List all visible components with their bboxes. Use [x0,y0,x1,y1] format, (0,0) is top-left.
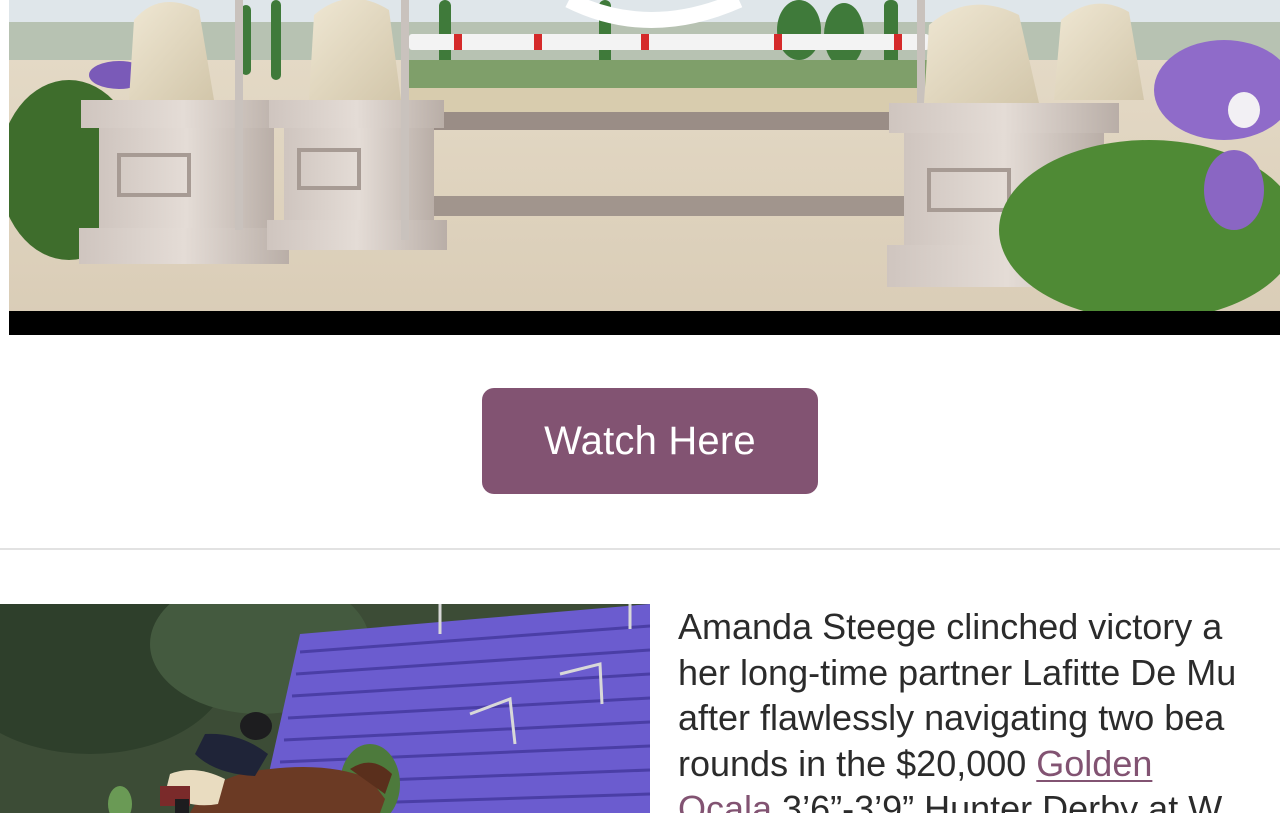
article-line-5-text: 3’6”-3’9” Hunter Derby at W [772,788,1223,813]
hero-image[interactable] [9,0,1280,335]
golden-ocala-link-part1[interactable]: Golden [1036,743,1152,784]
article-line-2: her long-time partner Lafitte De Mu [678,651,1237,693]
article-line-1: Amanda Steege clinched victory a [678,606,1223,647]
rider-jumping-illustration [0,604,650,813]
section-divider [0,548,1280,550]
golden-ocala-link-part2[interactable]: Ocala [678,788,772,813]
article-line-3: after flawlessly navigating two bea [678,697,1225,738]
newsletter-page: Watch Here Amanda Steege clinched victor… [0,0,1280,813]
rider-photo[interactable] [0,604,650,813]
arena-jump-illustration [9,0,1280,335]
article-line-5: Ocala 3’6”-3’9” Hunter Derby at W [678,786,1280,813]
watch-here-button[interactable]: Watch Here [482,388,818,494]
article-text: Amanda Steege clinched victory a her lon… [678,604,1280,813]
article-line-4: rounds in the $20,000 Golden [678,741,1280,787]
article-line-4-text: rounds in the $20,000 [678,742,1037,784]
